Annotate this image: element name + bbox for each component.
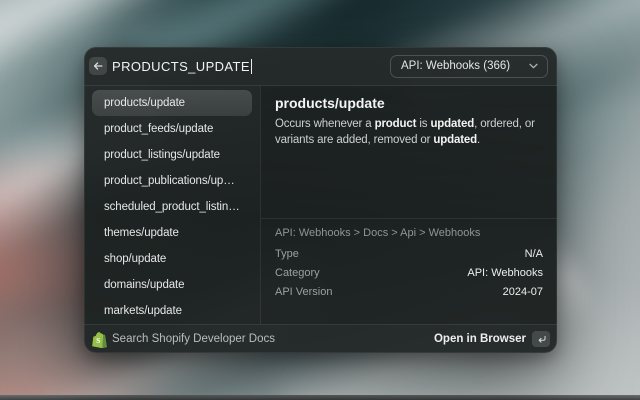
- metadata-row: Category API: Webhooks: [275, 263, 543, 282]
- metadata-value: N/A: [525, 248, 543, 260]
- list-item[interactable]: product_listings/update: [92, 142, 252, 168]
- enter-key-icon: [532, 331, 550, 347]
- list-item[interactable]: themes/update: [92, 220, 252, 246]
- window-body: products/updateproduct_feeds/updateprodu…: [84, 86, 557, 324]
- results-list: products/updateproduct_feeds/updateprodu…: [84, 86, 260, 324]
- list-item[interactable]: markets/update: [92, 298, 252, 324]
- svg-text:S: S: [96, 336, 100, 344]
- search-bar: PRODUCTS_UPDATE API: Webhooks (366): [84, 47, 557, 86]
- launcher-window: PRODUCTS_UPDATE API: Webhooks (366) prod…: [84, 47, 557, 353]
- metadata-label: Category: [275, 267, 320, 279]
- list-item[interactable]: product_publications/update: [92, 168, 252, 194]
- metadata-value: 2024-07: [503, 286, 543, 298]
- description-segment: .: [477, 134, 480, 146]
- breadcrumb: API: Webhooks > Docs > Api > Webhooks: [275, 226, 543, 241]
- shopify-icon: S: [91, 330, 107, 348]
- list-item[interactable]: product_feeds/update: [92, 116, 252, 142]
- description-segment: Occurs whenever a: [275, 118, 375, 130]
- metadata-row: Type N/A: [275, 244, 543, 263]
- list-item[interactable]: scheduled_product_listings/upd...: [92, 194, 252, 220]
- description-segment: is: [416, 118, 430, 130]
- desktop-bottom-strip: [0, 395, 640, 400]
- extension-name: Search Shopify Developer Docs: [112, 333, 434, 345]
- text-cursor: [251, 59, 253, 74]
- back-button[interactable]: [89, 57, 107, 75]
- category-dropdown[interactable]: API: Webhooks (366): [390, 55, 548, 78]
- open-in-browser-action[interactable]: Open in Browser: [434, 333, 526, 345]
- list-item[interactable]: shop/update: [92, 246, 252, 272]
- category-dropdown-label: API: Webhooks (366): [401, 60, 510, 72]
- metadata-section: API: Webhooks > Docs > Api > Webhooks Ty…: [261, 218, 557, 301]
- metadata-label: Type: [275, 248, 299, 260]
- list-item[interactable]: products/update: [92, 90, 252, 116]
- metadata-row: API Version 2024-07: [275, 282, 543, 301]
- detail-panel: products/update Occurs whenever a produc…: [260, 86, 557, 324]
- metadata-value: API: Webhooks: [467, 267, 543, 279]
- description-segment: updated: [433, 134, 477, 146]
- detail-description: Occurs whenever a product is updated, or…: [275, 116, 543, 148]
- search-query-text: PRODUCTS_UPDATE: [112, 59, 250, 74]
- arrow-left-icon: [92, 60, 104, 72]
- metadata-label: API Version: [275, 286, 332, 298]
- desktop: PRODUCTS_UPDATE API: Webhooks (366) prod…: [0, 0, 640, 400]
- chevron-down-icon: [529, 63, 538, 69]
- metadata-rows: Type N/A Category API: Webhooks API Version 2…: [275, 244, 543, 301]
- list-item[interactable]: domains/update: [92, 272, 252, 298]
- description-segment: product: [375, 118, 417, 130]
- description-segment: updated: [430, 118, 474, 130]
- detail-title: products/update: [275, 95, 543, 111]
- action-bar: S Search Shopify Developer Docs Open in …: [84, 324, 557, 353]
- search-input[interactable]: PRODUCTS_UPDATE: [112, 59, 390, 74]
